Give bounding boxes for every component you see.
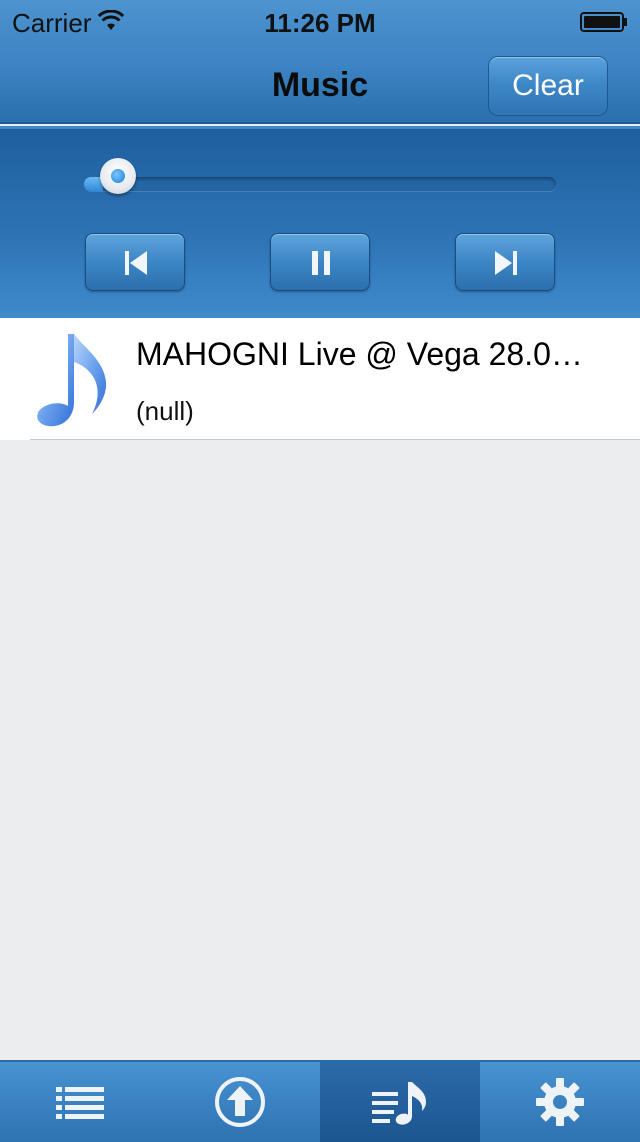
tab-upload[interactable]: [160, 1062, 320, 1142]
list-icon: [56, 1087, 104, 1119]
music-note-icon: [37, 334, 107, 427]
upload-icon: [215, 1077, 265, 1127]
navigation-header: Carrier 11:26 PM Music Clear: [0, 0, 640, 124]
tab-playlist[interactable]: [320, 1062, 480, 1142]
tab-list[interactable]: [0, 1062, 160, 1142]
track-row[interactable]: MAHOGNI Live @ Vega 28.0… (null): [0, 318, 640, 440]
pause-button[interactable]: [270, 233, 370, 291]
player-controls: [0, 126, 640, 318]
pause-icon: [312, 251, 330, 275]
next-track-icon: [495, 251, 517, 275]
previous-track-icon: [125, 251, 147, 275]
playlist-icon: [372, 1082, 426, 1125]
previous-button[interactable]: [85, 233, 185, 291]
status-bar: Carrier 11:26 PM: [0, 0, 640, 42]
progress-slider[interactable]: [84, 177, 556, 191]
next-button[interactable]: [455, 233, 555, 291]
gear-icon: [536, 1078, 584, 1126]
clear-button[interactable]: Clear: [488, 56, 608, 116]
row-divider: [30, 439, 640, 440]
track-subtitle: (null): [136, 396, 194, 426]
track-title: MAHOGNI Live @ Vega 28.0…: [136, 336, 583, 372]
tab-settings[interactable]: [480, 1062, 640, 1142]
tab-bar: [0, 1060, 640, 1142]
status-time: 11:26 PM: [264, 8, 376, 38]
progress-slider-thumb[interactable]: [100, 158, 136, 194]
battery-icon: [580, 12, 627, 32]
